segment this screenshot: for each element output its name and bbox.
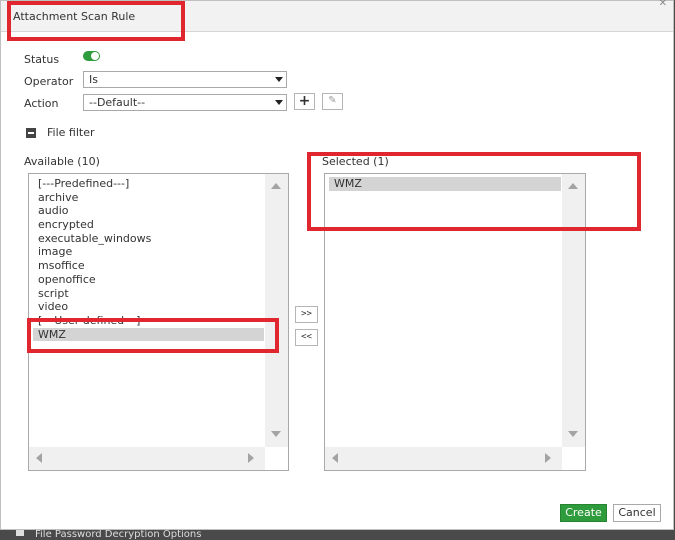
- available-vertical-scrollbar[interactable]: [265, 174, 288, 447]
- toggle-knob: [91, 52, 99, 60]
- list-item[interactable]: openoffice: [33, 273, 264, 287]
- operator-select[interactable]: Is: [83, 71, 287, 88]
- add-action-button[interactable]: +: [294, 93, 315, 110]
- scroll-down-icon[interactable]: [271, 431, 281, 437]
- list-item[interactable]: video: [33, 300, 264, 314]
- action-value: --Default--: [89, 96, 146, 109]
- cancel-button[interactable]: Cancel: [613, 504, 661, 522]
- attachment-scan-rule-dialog: Attachment Scan Rule ✕ Status Operator I…: [0, 0, 674, 530]
- chevron-down-icon: [275, 100, 283, 105]
- operator-label: Operator: [24, 75, 74, 88]
- list-item[interactable]: encrypted: [33, 218, 264, 232]
- move-left-button[interactable]: <<: [295, 329, 318, 346]
- scroll-left-icon[interactable]: [36, 453, 42, 463]
- list-item[interactable]: [---Predefined---]: [33, 177, 264, 191]
- action-label: Action: [24, 97, 59, 110]
- file-filter-title: File filter: [47, 126, 95, 139]
- list-item[interactable]: archive: [33, 191, 264, 205]
- highlight-title-annotation: [7, 1, 185, 41]
- collapse-icon[interactable]: [26, 128, 36, 138]
- list-item[interactable]: msoffice: [33, 259, 264, 273]
- scroll-right-icon[interactable]: [248, 453, 254, 463]
- selected-horizontal-scrollbar[interactable]: [325, 447, 562, 470]
- create-button[interactable]: Create: [560, 504, 607, 522]
- move-right-button[interactable]: >>: [295, 306, 318, 323]
- available-items: [---Predefined---] archive audio encrypt…: [33, 177, 264, 342]
- available-horizontal-scrollbar[interactable]: [29, 447, 265, 470]
- expand-icon: [16, 530, 24, 536]
- status-toggle[interactable]: [83, 51, 100, 61]
- edit-icon: ✎: [328, 95, 337, 106]
- highlight-selected-annotation: [307, 152, 641, 231]
- action-select[interactable]: --Default--: [83, 94, 287, 111]
- close-icon[interactable]: ✕: [659, 0, 667, 9]
- list-item[interactable]: script: [33, 287, 264, 301]
- plus-icon: +: [298, 93, 311, 109]
- chevron-down-icon: [275, 77, 283, 82]
- scroll-left-icon[interactable]: [332, 453, 338, 463]
- edit-action-button[interactable]: ✎: [322, 93, 343, 110]
- list-item[interactable]: executable_windows: [33, 232, 264, 246]
- scroll-down-icon[interactable]: [568, 431, 578, 437]
- list-item[interactable]: audio: [33, 204, 264, 218]
- scroll-right-icon[interactable]: [545, 453, 551, 463]
- status-label: Status: [24, 53, 60, 66]
- operator-value: Is: [89, 73, 98, 86]
- list-item[interactable]: image: [33, 245, 264, 259]
- available-label: Available (10): [24, 155, 100, 168]
- highlight-wmz-annotation: [27, 318, 279, 353]
- scroll-up-icon[interactable]: [271, 183, 281, 189]
